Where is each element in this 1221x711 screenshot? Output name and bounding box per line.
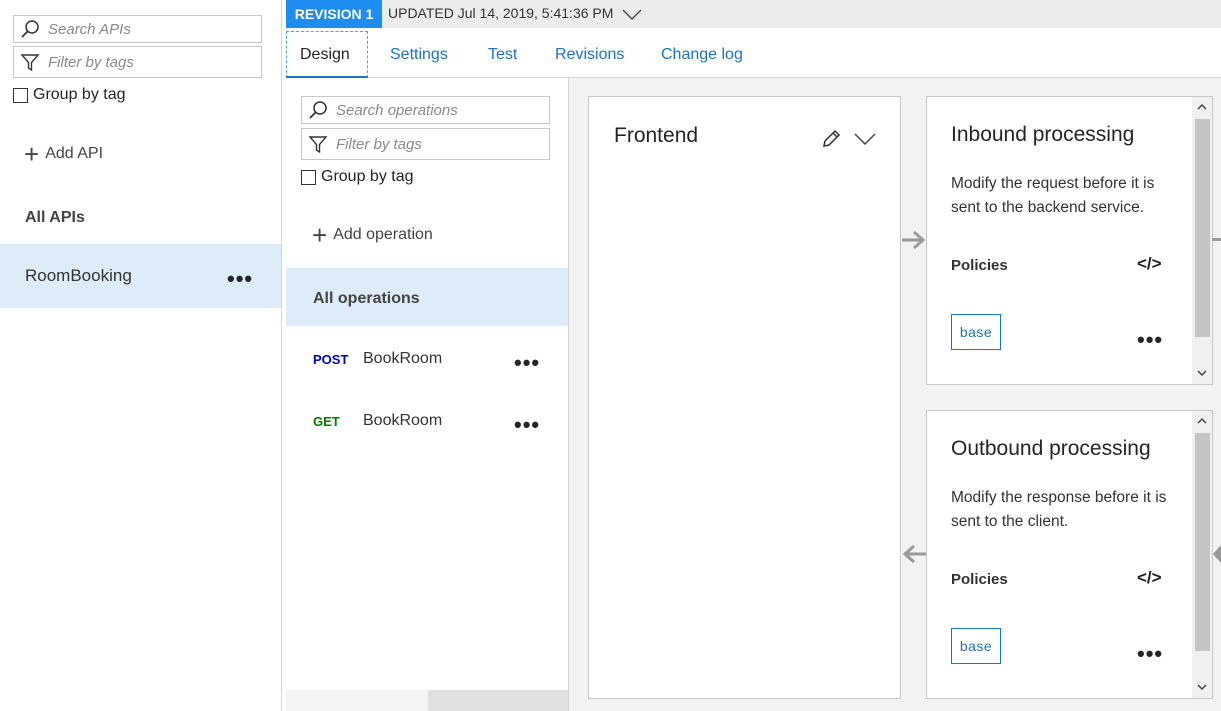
scroll-down-icon[interactable] <box>1196 367 1208 379</box>
bottom-tab-first[interactable] <box>286 690 428 711</box>
add-operation-button[interactable]: + Add operation <box>312 220 433 250</box>
search-operations-input[interactable]: Search operations <box>301 96 550 124</box>
tab-bar: Design Settings Test Revisions Change lo… <box>286 28 1221 78</box>
inbound-scrollbar[interactable] <box>1192 97 1212 384</box>
operation-item-get-bookroom[interactable]: GET BookRoom ••• <box>286 392 568 450</box>
chevron-down-icon[interactable] <box>853 131 877 147</box>
all-operations-label: All operations <box>313 290 420 307</box>
frontend-card: Frontend <box>588 96 901 699</box>
operation-more-button[interactable]: ••• <box>514 352 540 374</box>
api-more-button[interactable]: ••• <box>227 268 253 290</box>
group-by-tag-apis[interactable]: Group by tag <box>13 86 126 104</box>
revision-bar: REVISION 1 UPDATED Jul 14, 2019, 5:41:36… <box>286 0 1221 28</box>
scroll-up-icon[interactable] <box>1196 415 1208 427</box>
method-badge-get: GET <box>313 414 340 429</box>
scroll-up-icon[interactable] <box>1196 101 1208 113</box>
outbound-scrollbar[interactable] <box>1192 411 1212 698</box>
inbound-policies-label: Policies <box>951 257 1008 274</box>
add-operation-label: Add operation <box>333 226 433 243</box>
tab-settings[interactable]: Settings <box>390 46 448 64</box>
outbound-policies-label: Policies <box>951 571 1008 588</box>
inbound-scroll-thumb[interactable] <box>1195 119 1210 337</box>
scroll-down-icon[interactable] <box>1196 681 1208 693</box>
tab-test[interactable]: Test <box>488 46 517 64</box>
all-apis-item[interactable]: All APIs <box>25 209 85 227</box>
outbound-base-policy[interactable]: base <box>951 628 1001 664</box>
group-by-tag-checkbox[interactable] <box>301 169 316 185</box>
backend-arrow-stub <box>1212 238 1221 241</box>
arrow-right-icon <box>902 230 926 250</box>
method-badge-post: POST <box>313 352 349 367</box>
inbound-base-policy[interactable]: base <box>951 314 1001 350</box>
plus-icon: + <box>312 220 328 250</box>
search-apis-placeholder: Search APIs <box>48 20 131 38</box>
revision-updated-text: UPDATED Jul 14, 2019, 5:41:36 PM <box>388 5 614 21</box>
search-operations-placeholder: Search operations <box>336 101 458 119</box>
inbound-title: Inbound processing <box>951 123 1135 146</box>
outbound-title: Outbound processing <box>951 437 1151 460</box>
operations-panel: Search operations Filter by tags Group b… <box>286 78 569 711</box>
arrow-left-icon <box>1213 545 1221 563</box>
tab-design[interactable]: Design <box>300 46 350 64</box>
outbound-processing-card: Outbound processing Modify the response … <box>926 410 1213 699</box>
group-by-tag-checkbox[interactable] <box>13 87 28 103</box>
filter-icon <box>20 54 40 72</box>
search-icon <box>309 101 327 119</box>
filter-apis-input[interactable]: Filter by tags <box>13 46 262 78</box>
group-by-tag-label: Group by tag <box>33 86 126 103</box>
filter-apis-placeholder: Filter by tags <box>48 53 134 71</box>
revision-updated-dropdown[interactable]: UPDATED Jul 14, 2019, 5:41:36 PM <box>388 5 643 21</box>
add-api-label: Add API <box>45 145 104 162</box>
inbound-more-button[interactable]: ••• <box>1137 329 1163 351</box>
filter-icon <box>308 136 328 154</box>
api-item-label: RoomBooking <box>25 266 132 285</box>
filter-operations-input[interactable]: Filter by tags <box>301 128 550 160</box>
design-canvas: Frontend Inbound processing Modify the r… <box>569 78 1221 711</box>
inbound-description: Modify the request before it is sent to … <box>951 175 1155 216</box>
arrow-left-icon <box>902 544 926 564</box>
plus-icon: + <box>24 139 40 169</box>
tab-change-log[interactable]: Change log <box>661 46 743 64</box>
frontend-title: Frontend <box>614 124 699 147</box>
revision-badge: REVISION 1 <box>286 0 382 28</box>
bottom-tab-strip <box>286 690 568 711</box>
inbound-processing-card: Inbound processing Modify the request be… <box>926 96 1213 385</box>
search-apis-input[interactable]: Search APIs <box>13 15 262 43</box>
outbound-description: Modify the response before it is sent to… <box>951 489 1167 530</box>
tab-revisions[interactable]: Revisions <box>555 46 624 64</box>
search-icon <box>21 20 39 38</box>
filter-operations-placeholder: Filter by tags <box>336 135 422 153</box>
operation-name: BookRoom <box>363 350 443 367</box>
code-editor-icon[interactable]: </> <box>1137 254 1162 274</box>
outbound-scroll-thumb[interactable] <box>1195 433 1210 651</box>
operation-more-button[interactable]: ••• <box>514 414 540 436</box>
operation-name: BookRoom <box>363 412 443 429</box>
api-item-roombooking[interactable]: RoomBooking ••• <box>0 244 281 308</box>
group-by-tag-operations[interactable]: Group by tag <box>301 168 414 186</box>
pencil-icon[interactable] <box>820 128 842 150</box>
api-list-panel: Search APIs Filter by tags Group by tag … <box>0 0 282 711</box>
group-by-tag-label: Group by tag <box>321 168 414 185</box>
all-operations-item[interactable]: All operations <box>286 268 568 326</box>
operation-item-post-bookroom[interactable]: POST BookRoom ••• <box>286 330 568 388</box>
outbound-more-button[interactable]: ••• <box>1137 643 1163 665</box>
add-api-button[interactable]: + Add API <box>24 139 104 169</box>
code-editor-icon[interactable]: </> <box>1137 568 1162 588</box>
chevron-down-icon <box>622 9 642 21</box>
bottom-tab-second[interactable] <box>428 690 568 711</box>
